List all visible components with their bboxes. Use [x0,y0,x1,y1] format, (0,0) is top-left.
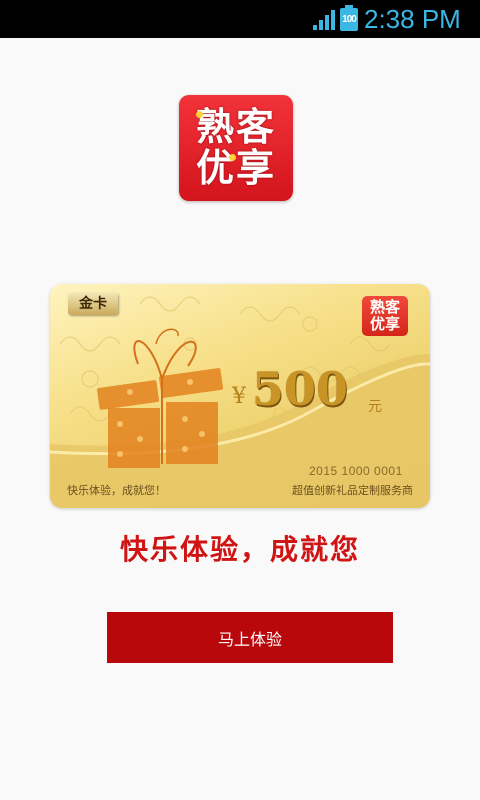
battery-icon: 100 [340,5,358,31]
try-now-button[interactable]: 马上体验 [107,612,393,663]
battery-level: 100 [342,14,357,25]
card-logo-line1: 熟客 [369,298,400,316]
card-amount-unit: 元 [368,399,382,415]
card-service-text: 超值创新礼品定制服务商 [292,484,413,497]
card-amount-value: 500 [252,362,349,416]
logo-dot-icon [196,111,203,118]
card-level-badge: 金卡 [68,293,118,315]
logo-dot-icon [229,154,236,161]
slogan: 快乐体验，成就您 [119,533,360,566]
status-bar: 100 2:38 PM [0,0,480,38]
card-number: 2015 1000 0001 [309,464,403,478]
gift-box-icon [97,328,223,468]
status-clock: 2:38 PM [364,4,461,34]
card-tagline: 快乐体验，成就您！ [67,484,166,497]
gift-card: 金卡 熟客 优享 ¥ 500 元 2015 1000 0001 快乐体验，成就您… [50,284,430,508]
card-logo-line2: 优享 [369,315,400,333]
app-logo: 熟客 优享 [179,95,293,201]
signal-icon [313,10,335,30]
card-currency-symbol: ¥ [232,384,246,409]
card-logo: 熟客 优享 [362,296,408,336]
app-logo-line2: 优享 [195,145,276,190]
